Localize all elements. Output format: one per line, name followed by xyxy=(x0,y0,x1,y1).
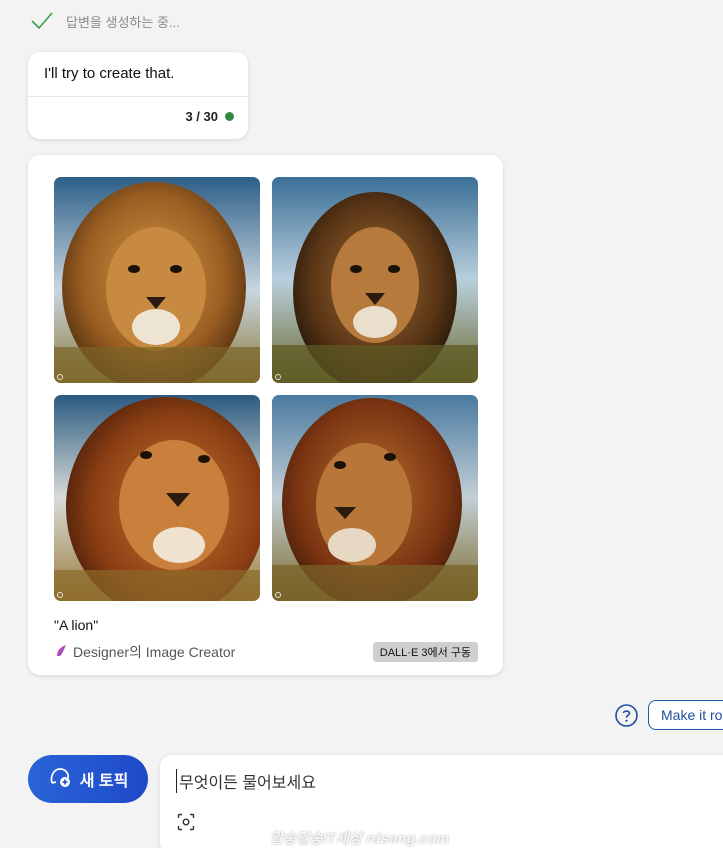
watermark: 알송달송IT세상 rdsong.com xyxy=(270,830,450,846)
turn-counter: 3 / 30 xyxy=(185,109,234,124)
status-text: 답변을 생성하는 중... xyxy=(66,14,180,30)
counter-text: 3 / 30 xyxy=(185,109,218,124)
lion-image-3[interactable] xyxy=(54,395,260,601)
image-prompt: "A lion" xyxy=(54,617,99,633)
new-topic-button[interactable]: 새 토픽 xyxy=(28,755,148,803)
new-topic-label: 새 토픽 xyxy=(79,773,129,790)
image-mark-icon xyxy=(275,592,281,598)
divider xyxy=(28,96,248,97)
image-mark-icon xyxy=(275,374,281,380)
suggestion-chip[interactable]: Make it ro xyxy=(648,700,723,730)
message-text: I'll try to create that. xyxy=(44,65,175,82)
assistant-message-card: I'll try to create that. 3 / 30 xyxy=(28,52,248,139)
designer-icon xyxy=(54,643,70,662)
image-mark-icon xyxy=(57,592,63,598)
lion-image-1[interactable] xyxy=(54,177,260,383)
new-chat-icon xyxy=(48,765,72,794)
check-icon xyxy=(30,10,54,32)
lion-image-4[interactable] xyxy=(272,395,478,601)
dalle-badge: DALL·E 3에서 구동 xyxy=(372,642,478,662)
question-icon[interactable] xyxy=(614,703,639,733)
creator-text: Designer의 Image Creator xyxy=(73,644,236,660)
status-row: 답변을 생성하는 중... xyxy=(30,10,180,32)
creator-link[interactable]: Designer의 Image Creator xyxy=(54,642,235,662)
lion-image-2[interactable] xyxy=(272,177,478,383)
status-dot xyxy=(225,112,234,121)
image-result-card: "A lion" Designer의 Image Creator DALL·E … xyxy=(28,155,503,675)
image-scan-icon[interactable] xyxy=(177,813,195,836)
chat-input[interactable]: 무엇이든 물어보세요 xyxy=(176,769,316,793)
image-mark-icon xyxy=(57,374,63,380)
